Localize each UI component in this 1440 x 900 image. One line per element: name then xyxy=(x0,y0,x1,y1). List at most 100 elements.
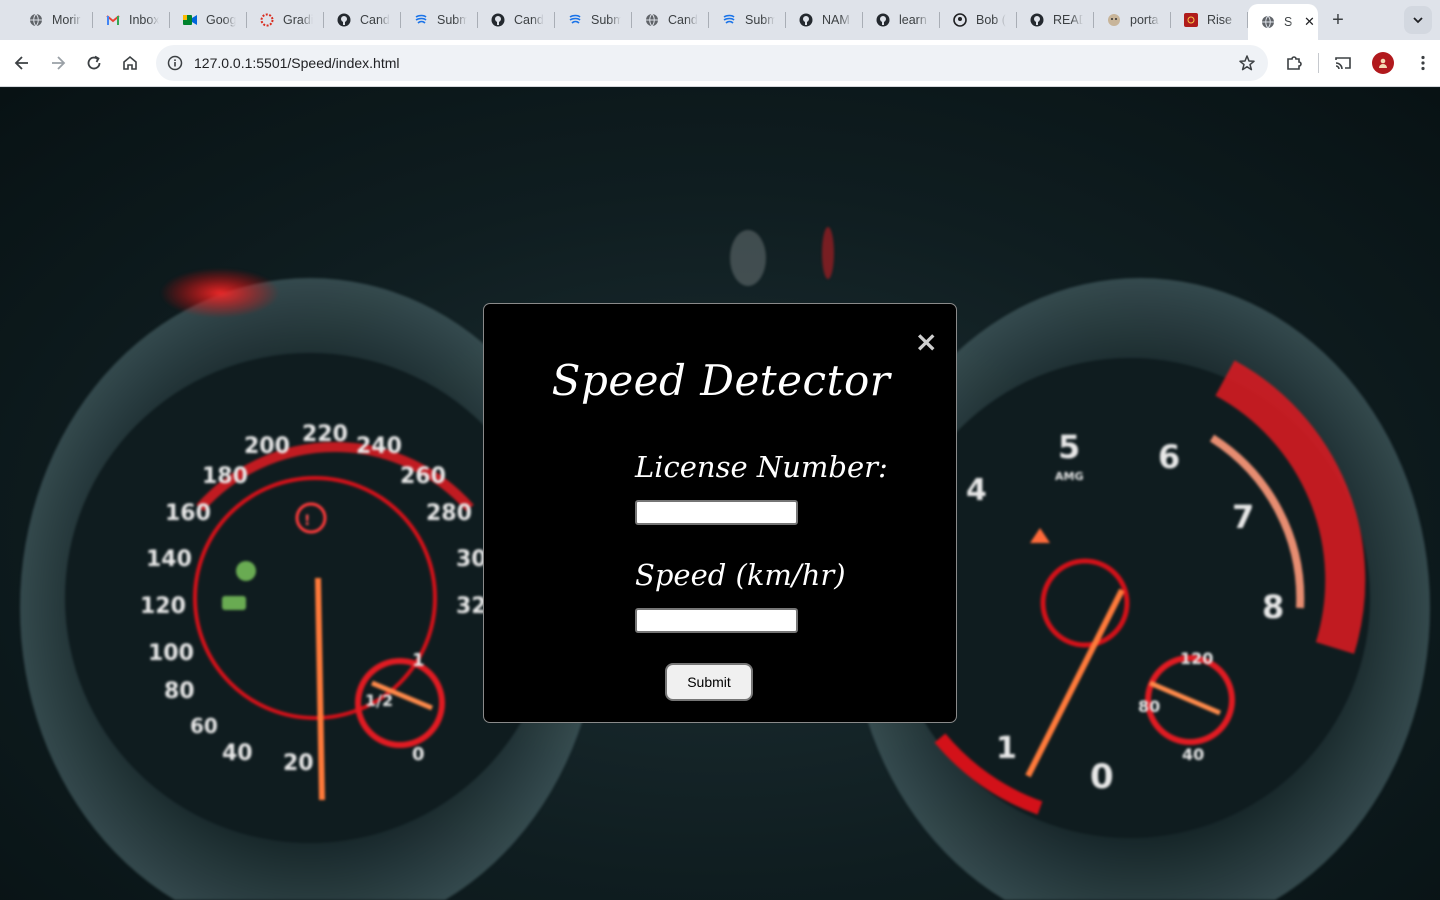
browser-tab[interactable]: learn xyxy=(863,0,940,40)
submit-button[interactable]: Submit xyxy=(665,663,753,701)
kebab-menu-icon xyxy=(1421,55,1425,71)
github-icon xyxy=(336,12,352,28)
cast-button[interactable] xyxy=(1325,44,1361,82)
license-number-input[interactable] xyxy=(635,500,798,525)
tab-title: Bob ( xyxy=(976,13,1006,27)
url-text[interactable]: 127.0.0.1:5501/Speed/index.html xyxy=(194,55,400,71)
site-info-icon[interactable] xyxy=(158,55,192,71)
submission-icon xyxy=(721,12,737,28)
gauge-label: 7 xyxy=(1232,498,1254,536)
gauge-label: 100 xyxy=(148,641,194,666)
home-button[interactable] xyxy=(112,45,148,81)
address-bar[interactable]: 127.0.0.1:5501/Speed/index.html xyxy=(156,45,1268,81)
browser-tab[interactable]: Cand xyxy=(324,0,401,40)
gauge-label: 180 xyxy=(202,464,248,489)
close-tab-icon[interactable]: ✕ xyxy=(1304,14,1315,30)
browser-tab[interactable]: READ xyxy=(1017,0,1094,40)
browser-tab[interactable]: porta xyxy=(1094,0,1171,40)
cast-icon xyxy=(1335,57,1351,70)
forward-button[interactable] xyxy=(40,45,76,81)
modal-title: Speed Detector xyxy=(551,356,891,405)
back-button[interactable] xyxy=(4,45,40,81)
extensions-button[interactable] xyxy=(1276,44,1312,82)
tab-title: S xyxy=(1284,15,1293,29)
arrow-right-icon xyxy=(52,56,66,70)
svg-text:!: ! xyxy=(304,513,310,529)
speed-input[interactable] xyxy=(635,608,798,633)
gauge-label: 0 xyxy=(412,744,425,765)
browser-toolbar: 127.0.0.1:5501/Speed/index.html xyxy=(0,40,1440,87)
gmail-icon xyxy=(105,12,121,28)
close-button[interactable]: × xyxy=(915,328,938,356)
tab-title: Morir xyxy=(52,13,81,27)
bookmark-star-icon[interactable] xyxy=(1238,54,1256,77)
browser-tab[interactable]: Gradi xyxy=(247,0,324,40)
github-icon xyxy=(1029,12,1045,28)
gauge-label: 6 xyxy=(1158,438,1180,476)
gauge-label: 120 xyxy=(140,594,186,619)
gauge-label: 20 xyxy=(283,751,314,776)
browser-tab[interactable]: Inbox xyxy=(93,0,170,40)
toolbar-divider xyxy=(1318,53,1319,73)
gauge-label: 60 xyxy=(190,714,218,738)
profile-button[interactable] xyxy=(1365,44,1401,82)
speed-detector-modal: × Speed Detector License Number: Speed (… xyxy=(483,303,957,723)
tab-title: Cand xyxy=(514,13,544,27)
arrow-left-icon xyxy=(14,56,28,70)
reload-icon xyxy=(87,55,101,70)
home-icon xyxy=(123,55,137,70)
browser-tab[interactable]: Cand xyxy=(632,0,709,40)
puzzle-icon xyxy=(1287,56,1302,70)
tab-title: Cand xyxy=(360,13,390,27)
browser-tab[interactable]: Rise xyxy=(1171,0,1248,40)
browser-tab[interactable]: Cand xyxy=(478,0,555,40)
left-needle xyxy=(315,577,325,801)
tab-title: Rise xyxy=(1207,13,1233,27)
submission-icon xyxy=(413,12,429,28)
gauge-label: 40 xyxy=(1182,745,1204,764)
browser-tab[interactable]: Subm xyxy=(401,0,478,40)
browser-tab[interactable]: Subm xyxy=(555,0,632,40)
new-tab-button[interactable]: + xyxy=(1322,4,1354,36)
browser-tab[interactable]: Bob ( xyxy=(940,0,1017,40)
github-icon xyxy=(875,12,891,28)
gauge-label: 5 xyxy=(1058,428,1080,466)
rise-icon xyxy=(1183,12,1199,28)
tab-title: Goog xyxy=(206,13,236,27)
browser-tab-active[interactable]: S ✕ xyxy=(1248,4,1318,40)
tab-title: Gradi xyxy=(283,13,313,27)
gauge-label: 200 xyxy=(244,434,290,459)
gauge-label: 260 xyxy=(400,464,446,489)
gauge-label: AMG xyxy=(1055,470,1084,483)
tab-title: Subm xyxy=(437,13,467,27)
tab-title: learn xyxy=(899,13,927,27)
tab-search-button[interactable] xyxy=(1404,6,1432,34)
gauge-label: 4 xyxy=(966,473,987,508)
portal-icon xyxy=(1106,12,1122,28)
submission-icon xyxy=(567,12,583,28)
browser-tab[interactable]: Morir xyxy=(16,0,93,40)
globe-icon xyxy=(28,12,44,28)
browser-tab[interactable]: NAM xyxy=(786,0,863,40)
reload-button[interactable] xyxy=(76,45,112,81)
avatar xyxy=(1372,52,1394,74)
browser-tab[interactable]: Subm xyxy=(709,0,786,40)
gauge-label: 80 xyxy=(164,679,195,704)
grading-icon xyxy=(259,12,275,28)
tab-title: Inbox xyxy=(129,13,159,27)
tab-strip: Morir Inbox Goog Gradi Cand Subm Cand Subm Cand S… xyxy=(0,0,1440,40)
speed-label: Speed (km/hr) xyxy=(635,558,846,592)
gauge-label: 140 xyxy=(146,547,192,572)
gauge-label: 1 xyxy=(996,731,1017,766)
gauge-label: 1/2 xyxy=(365,691,393,710)
google-meet-icon xyxy=(182,12,198,28)
gauge-label: 220 xyxy=(302,422,348,447)
gauge-label: 1 xyxy=(412,650,425,671)
browser-tab[interactable]: Goog xyxy=(170,0,247,40)
gauge-label: 240 xyxy=(356,434,402,459)
gauge-label: 80 xyxy=(1138,697,1160,716)
tab-title: NAM xyxy=(822,13,850,27)
tab-title: Subm xyxy=(745,13,775,27)
browser-menu-button[interactable] xyxy=(1405,44,1440,82)
tab-title: Subm xyxy=(591,13,621,27)
